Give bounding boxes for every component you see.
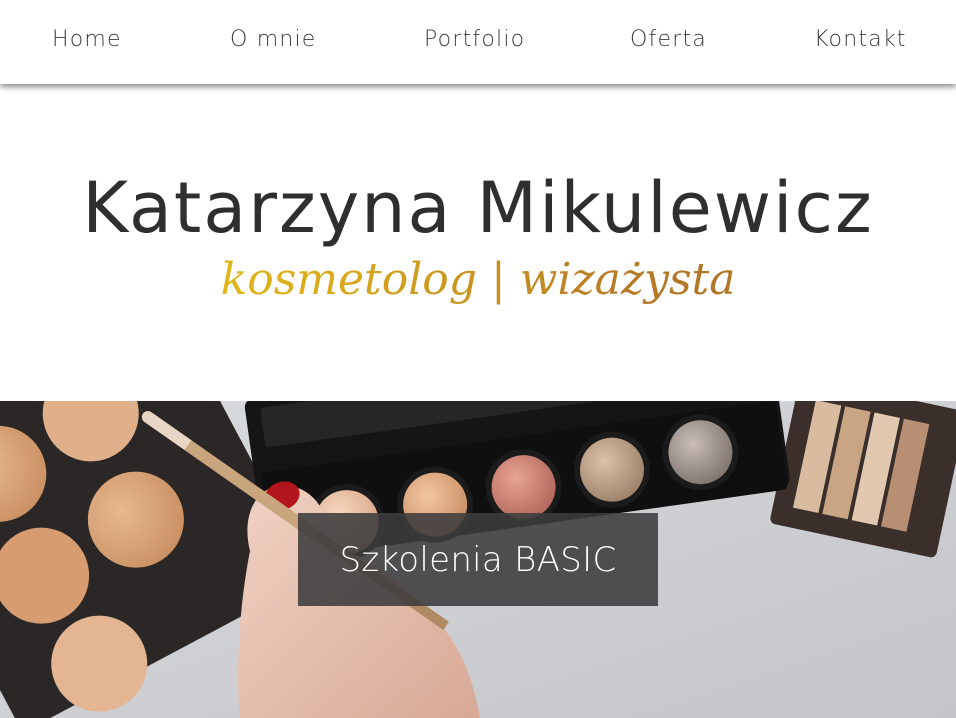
hero-caption-button[interactable]: Szkolenia BASIC: [298, 513, 658, 606]
site-title: Katarzyna Mikulewicz: [82, 167, 874, 249]
nav-item-contact[interactable]: Kontakt: [814, 24, 907, 56]
nav-item-offer[interactable]: Oferta: [630, 24, 707, 56]
nav-item-home[interactable]: Home: [52, 24, 122, 56]
nav-item-portfolio[interactable]: Portfolio: [424, 24, 525, 56]
hero-caption-text: Szkolenia BASIC: [339, 539, 617, 580]
brand-header: Katarzyna Mikulewicz kosmetolog | wizaży…: [0, 84, 956, 401]
hero-banner: Szkolenia BASIC: [0, 401, 956, 718]
main-navigation: Home O mnie Portfolio Oferta Kontakt: [0, 0, 956, 84]
site-tagline: kosmetolog | wizażysta: [0, 250, 956, 310]
nav-item-about[interactable]: O mnie: [230, 24, 317, 56]
